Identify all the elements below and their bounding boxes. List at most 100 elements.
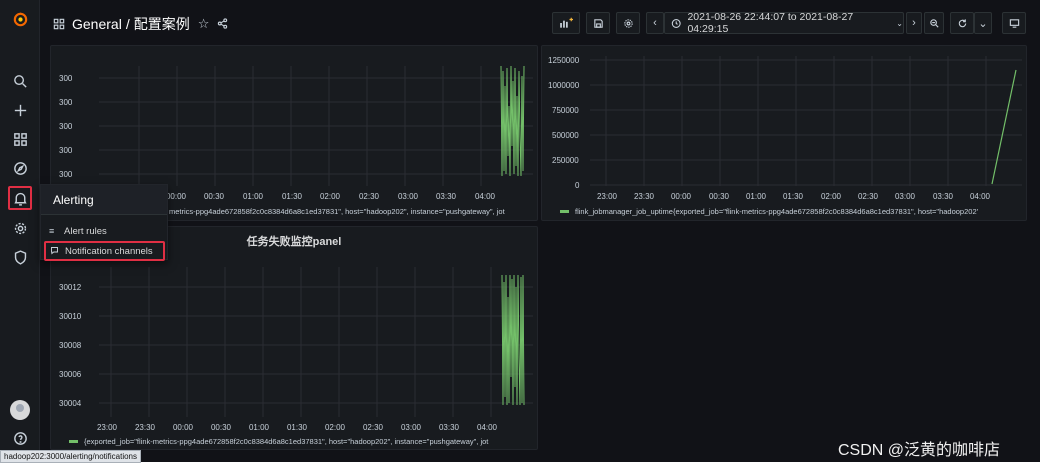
list-icon: ≡ <box>49 226 55 236</box>
search-icon[interactable] <box>8 69 32 93</box>
legend-swatch <box>69 440 78 443</box>
comment-alt-share-icon <box>50 246 60 257</box>
x-tick: 01:00 <box>248 423 270 432</box>
y-tick: 30006 <box>59 370 82 379</box>
menu-item-label: Notification channels <box>65 245 153 257</box>
x-tick: 02:00 <box>820 192 842 201</box>
y-tick: 300 <box>59 122 73 131</box>
x-tick: 23:00 <box>96 423 118 432</box>
x-tick: 04:00 <box>969 192 991 201</box>
grafana-app: General / 配置案例 ☆ ‹ 2021-08-26 22:44:07 t… <box>0 0 1040 462</box>
y-tick: 750000 <box>552 106 579 115</box>
x-tick: 02:30 <box>857 192 879 201</box>
y-tick: 300 <box>59 170 73 179</box>
browser-status-url: hadoop202:3000/alerting/notifications <box>0 450 141 463</box>
x-tick: 02:30 <box>362 423 384 432</box>
x-tick: 23:30 <box>633 192 655 201</box>
chevron-down-icon[interactable]: ⌄ <box>974 12 992 34</box>
x-tick: 02:00 <box>324 423 346 432</box>
y-tick: 30010 <box>59 312 82 321</box>
monitor-icon[interactable] <box>1002 12 1026 34</box>
chevron-left-icon[interactable]: ‹ <box>646 12 664 34</box>
legend-swatch <box>560 210 569 213</box>
x-tick: 02:00 <box>319 192 341 201</box>
bell-icon[interactable] <box>8 186 32 210</box>
y-tick: 30008 <box>59 341 82 350</box>
breadcrumb-separator: / <box>125 16 130 32</box>
series-line <box>991 69 1017 185</box>
menu-item-label: Alert rules <box>64 225 107 237</box>
x-tick: 03:00 <box>397 192 419 201</box>
x-tick: 00:00 <box>670 192 692 201</box>
menu-item-alert-rules[interactable]: ≡ Alert rules <box>45 221 163 241</box>
x-tick: 02:30 <box>358 192 380 201</box>
time-range-label: 2021-08-26 22:44:07 to 2021-08-27 04:29:… <box>687 11 854 35</box>
breadcrumb: General / 配置案例 ☆ <box>52 14 228 34</box>
legend-label: {exported_job="flink-metrics-ppg4ade6728… <box>84 437 489 446</box>
star-icon[interactable]: ☆ <box>198 16 210 32</box>
cog-icon[interactable] <box>616 12 640 34</box>
y-tick: 300 <box>59 146 73 155</box>
y-tick: 30004 <box>59 399 82 408</box>
x-tick: 01:30 <box>782 192 804 201</box>
x-tick: 00:00 <box>172 423 194 432</box>
x-tick: 01:00 <box>242 192 264 201</box>
legend-item[interactable]: flink_jobmanager_job_uptime{exported_job… <box>560 207 978 216</box>
legend-label: flink_jobmanager_job_uptime{exported_job… <box>575 207 979 216</box>
alerting-menu-title[interactable]: Alerting <box>41 185 167 215</box>
legend-item[interactable]: {exported_job="flink-metrics-ppg4ade6728… <box>69 437 488 446</box>
series-line <box>501 274 525 406</box>
x-tick: 03:30 <box>438 423 460 432</box>
y-tick: 250000 <box>552 156 579 165</box>
shield-icon[interactable] <box>8 245 32 269</box>
x-tick: 01:30 <box>286 423 308 432</box>
alerting-menu: Alerting ≡ Alert rules Notification chan… <box>40 184 168 261</box>
x-tick: 23:30 <box>134 423 156 432</box>
add-panel-icon[interactable] <box>552 12 580 34</box>
x-tick: 03:00 <box>894 192 916 201</box>
y-tick: 0 <box>575 181 580 190</box>
chevron-down-icon: ⌄ <box>896 18 903 28</box>
x-tick: 01:30 <box>281 192 303 201</box>
time-range-picker[interactable]: 2021-08-26 22:44:07 to 2021-08-27 04:29:… <box>664 11 904 35</box>
x-tick: 00:30 <box>210 423 232 432</box>
y-tick: 30012 <box>59 283 82 292</box>
x-tick: 04:00 <box>474 192 496 201</box>
legend-item[interactable]: metrics-ppg4ade672858f2c0c8384d6a8c1ed37… <box>169 207 505 216</box>
grafana-logo-icon[interactable] <box>8 7 32 31</box>
cog-icon[interactable] <box>8 216 32 240</box>
graph-panel-2[interactable]: 1250000 1000000 750000 500000 250000 0 2… <box>541 45 1027 221</box>
x-tick: 23:00 <box>596 192 618 201</box>
x-tick: 04:00 <box>476 423 498 432</box>
apps-icon <box>53 18 65 30</box>
sidebar <box>0 0 40 462</box>
dashboard-title[interactable]: 配置案例 <box>134 14 190 34</box>
zoom-out-icon[interactable] <box>924 12 944 34</box>
refresh-icon[interactable] <box>950 12 974 34</box>
menu-item-notification-channels[interactable]: Notification channels <box>44 241 165 261</box>
series-line <box>500 65 525 177</box>
plus-icon[interactable] <box>8 98 32 122</box>
share-icon[interactable] <box>217 17 228 32</box>
y-tick: 1250000 <box>548 56 580 65</box>
y-tick: 1000000 <box>548 81 580 90</box>
x-tick: 00:30 <box>708 192 730 201</box>
avatar[interactable] <box>8 398 32 422</box>
breadcrumb-folder[interactable]: General <box>72 16 122 32</box>
help-icon[interactable] <box>8 426 32 450</box>
clock-icon <box>671 18 681 28</box>
y-tick: 300 <box>59 74 73 83</box>
dashboards-icon[interactable] <box>8 127 32 151</box>
chevron-right-icon[interactable]: › <box>906 12 922 34</box>
x-tick: 01:00 <box>745 192 767 201</box>
top-navbar: General / 配置案例 ☆ ‹ 2021-08-26 22:44:07 t… <box>40 0 1040 44</box>
x-tick: 03:30 <box>435 192 457 201</box>
x-tick: 03:30 <box>932 192 954 201</box>
watermark: CSDN @泛黄的咖啡店 <box>838 442 1001 459</box>
x-tick: 00:30 <box>203 192 225 201</box>
save-icon[interactable] <box>586 12 610 34</box>
compass-icon[interactable] <box>8 156 32 180</box>
y-tick: 300 <box>59 98 73 107</box>
y-tick: 500000 <box>552 131 579 140</box>
x-tick: 03:00 <box>400 423 422 432</box>
